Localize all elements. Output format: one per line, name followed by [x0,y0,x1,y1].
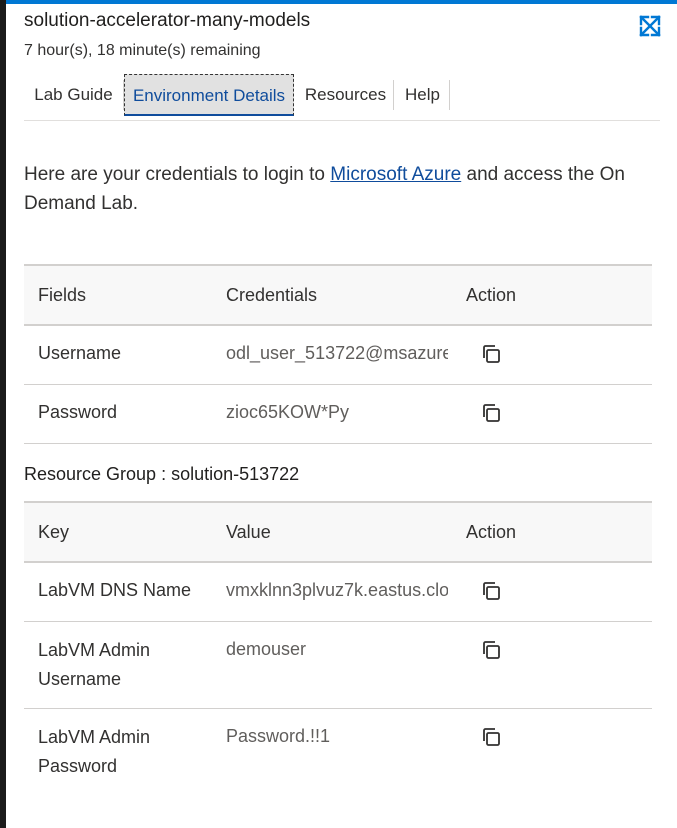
tab-help[interactable]: Help [396,80,450,110]
microsoft-azure-link[interactable]: Microsoft Azure [330,164,461,185]
lab-title: solution-accelerator-many-models [24,10,311,31]
copy-icon[interactable] [480,639,502,661]
intro-text-before: Here are your credentials to login to [24,164,331,185]
resource-group-label: Resource Group : solution-513722 [24,464,300,484]
copy-icon[interactable] [480,343,502,365]
field-username: Username [24,325,212,385]
column-header-fields: Fields [24,264,212,326]
tab-resources[interactable]: Resources [298,80,394,110]
time-remaining: 7 hour(s), 18 minute(s) remaining [24,42,261,59]
tab-environment-details[interactable]: Environment Details [124,74,294,116]
expand-icon[interactable] [638,14,662,38]
key-labvm-admin-username: LabVM Admin Username [24,621,212,709]
credentials-intro: Here are your credentials to login to Mi… [24,160,644,218]
credentials-header-row: Fields Credentials Action [24,264,652,326]
copy-icon[interactable] [480,580,502,602]
password-value: zioc65KOW*Py [226,401,350,422]
resource-header-row: Key Value Action [24,501,652,563]
dns-name-value: vmxklnn3plvuz7k.eastus.cloudapp.azure.co… [226,580,448,600]
lab-panel: solution-accelerator-many-models 7 hour(… [0,0,677,828]
column-header-action: Action [452,264,652,326]
column-header-credentials: Credentials [212,264,452,326]
credentials-table: Fields Credentials Action Username odl_u… [24,264,652,444]
admin-password-value: Password.!!1 [226,725,331,746]
key-labvm-admin-password: LabVM Admin Password [38,726,151,776]
panel-body: solution-accelerator-many-models 7 hour(… [6,4,677,828]
table-row: Password zioc65KOW*Py [24,384,652,444]
key-labvm-dns-name: LabVM DNS Name [24,562,212,622]
table-row: Username odl_user_513722@msazurelabs.onm… [24,325,652,385]
table-row: LabVM DNS Name vmxklnn3plvuz7k.eastus.cl… [24,562,652,622]
table-row: LabVM Admin Username demouser [24,621,652,709]
tab-bar: Lab Guide Environment Details Resources … [24,74,660,121]
table-row: LabVM Admin Password Password.!!1 [24,708,652,795]
admin-username-value: demouser [226,638,307,659]
copy-icon[interactable] [480,726,502,748]
copy-icon[interactable] [480,402,502,424]
tab-lab-guide[interactable]: Lab Guide [24,80,124,110]
resource-table: Key Value Action LabVM DNS Name vmxklnn3… [24,501,652,795]
column-header-value: Value [212,501,452,563]
column-header-action: Action [452,501,652,563]
column-header-key: Key [24,501,212,563]
username-value: odl_user_513722@msazurelabs.onmicrosoft.… [226,343,448,363]
field-password: Password [24,384,212,444]
